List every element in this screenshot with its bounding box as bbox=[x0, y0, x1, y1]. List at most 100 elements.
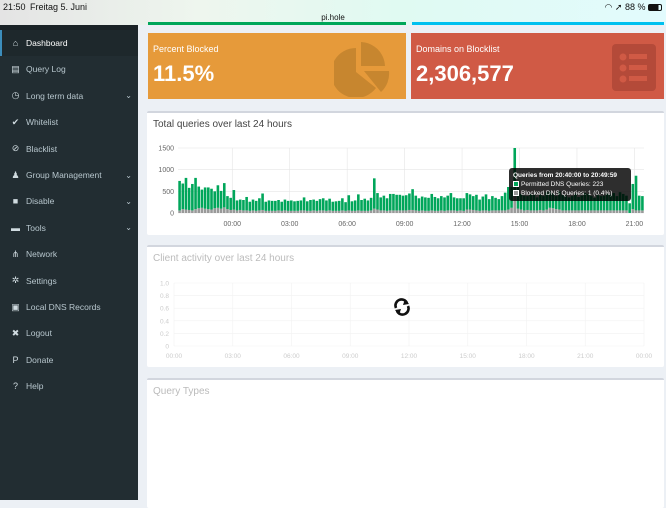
battery-icon bbox=[648, 4, 662, 11]
permitted-bar bbox=[494, 198, 497, 211]
blocked-bar bbox=[580, 210, 583, 213]
stat-label: Percent Blocked bbox=[153, 44, 219, 54]
blocked-bar bbox=[485, 210, 488, 213]
chevron-down-icon: ⌄ bbox=[125, 171, 132, 180]
sidebar-item-settings[interactable]: ✲Settings bbox=[0, 268, 138, 294]
permitted-bar bbox=[197, 187, 200, 209]
sidebar-item-query-log[interactable]: ▤Query Log bbox=[0, 56, 138, 82]
permitted-bar bbox=[482, 197, 485, 211]
permitted-bar bbox=[271, 201, 274, 211]
permitted-bar bbox=[389, 194, 392, 210]
blocked-bar bbox=[185, 210, 188, 213]
blocked-bar bbox=[191, 210, 194, 213]
permitted-bar bbox=[466, 193, 469, 209]
chart-title: Client activity over last 24 hours bbox=[153, 253, 294, 264]
sidebar-item-label: Donate bbox=[26, 355, 53, 365]
blocked-bar bbox=[402, 210, 405, 213]
blocked-bar bbox=[226, 209, 229, 213]
blocked-bar bbox=[558, 210, 561, 213]
sidebar-item-logout[interactable]: ✖Logout bbox=[0, 320, 138, 346]
x-tick-label: 21:00 bbox=[626, 221, 644, 228]
permitted-bar bbox=[290, 200, 293, 210]
permitted-bar bbox=[475, 195, 478, 211]
x-tick-label: 21:00 bbox=[577, 353, 594, 360]
permitted-bar bbox=[421, 197, 424, 211]
sidebar-item-help[interactable]: ?Help bbox=[0, 373, 138, 399]
permitted-bar bbox=[255, 201, 258, 211]
blocked-bar bbox=[274, 211, 277, 213]
blocked-bar bbox=[373, 209, 376, 213]
user-times-icon: ✖ bbox=[10, 328, 21, 339]
x-tick-label: 09:00 bbox=[342, 353, 359, 360]
permitted-bar bbox=[332, 202, 335, 211]
sidebar-item-label: Tools bbox=[26, 223, 46, 233]
y-tick-label: 0.4 bbox=[160, 318, 169, 325]
client-activity-chart: 1.00.80.60.40.2000:0003:0006:0009:0012:0… bbox=[147, 272, 664, 367]
blocked-bar bbox=[312, 210, 315, 213]
blocked-bar bbox=[520, 210, 523, 213]
sidebar-item-network[interactable]: ⋔Network bbox=[0, 241, 138, 267]
blocked-bar bbox=[332, 211, 335, 213]
permitted-bar bbox=[376, 193, 379, 209]
sidebar-item-tools[interactable]: ▬Tools⌄ bbox=[0, 215, 138, 241]
permitted-bar bbox=[418, 198, 421, 211]
permitted-bar bbox=[194, 178, 197, 209]
blocked-bar bbox=[453, 210, 456, 213]
tooltip-permitted: Permitted DNS Queries: 223 bbox=[521, 181, 603, 188]
domains-blocklist-box: Domains on Blocklist 2,306,577 bbox=[411, 33, 664, 99]
x-tick-label: 09:00 bbox=[396, 221, 414, 228]
sidebar-item-label: Settings bbox=[26, 276, 57, 286]
blocked-bar bbox=[625, 210, 628, 213]
stat-value: 11.5% bbox=[153, 61, 214, 87]
permitted-bar bbox=[351, 201, 354, 211]
permitted-bar bbox=[370, 198, 373, 211]
blocked-bar bbox=[306, 211, 309, 213]
permitted-bar bbox=[274, 201, 277, 211]
sidebar-item-dashboard[interactable]: ⌂Dashboard bbox=[0, 30, 138, 56]
blocked-bar bbox=[389, 210, 392, 213]
permitted-bar bbox=[322, 198, 325, 210]
x-tick-label: 00:00 bbox=[636, 353, 653, 360]
y-tick-label: 500 bbox=[162, 189, 174, 196]
permitted-bar bbox=[469, 194, 472, 209]
y-tick-label: 1500 bbox=[158, 146, 174, 153]
sidebar-item-disable[interactable]: ■Disable⌄ bbox=[0, 188, 138, 214]
blocked-bar bbox=[619, 210, 622, 213]
x-tick-label: 12:00 bbox=[401, 353, 418, 360]
clock: 21:50 bbox=[3, 2, 26, 12]
blocked-bar bbox=[287, 211, 290, 213]
address-bar[interactable]: pi.hole bbox=[0, 13, 666, 22]
permitted-bar bbox=[236, 200, 239, 210]
sidebar-item-group-management[interactable]: ♟Group Management⌄ bbox=[0, 162, 138, 188]
refresh-spinner-icon bbox=[392, 296, 412, 318]
permitted-bar bbox=[504, 193, 507, 211]
sidebar-item-whitelist[interactable]: ✔Whitelist bbox=[0, 109, 138, 135]
permitted-bar bbox=[249, 202, 252, 211]
blocked-bar bbox=[242, 210, 245, 213]
percent-blocked-box: Percent Blocked 11.5% bbox=[148, 33, 406, 99]
blocked-bar bbox=[561, 210, 564, 213]
permitted-bar bbox=[424, 197, 427, 210]
sidebar-item-blacklist[interactable]: ⊘Blacklist bbox=[0, 136, 138, 162]
blocked-bar bbox=[571, 210, 574, 213]
sidebar-item-local-dns-records[interactable]: ▣Local DNS Records bbox=[0, 294, 138, 320]
blocked-bar bbox=[204, 209, 207, 213]
permitted-bar bbox=[472, 196, 475, 210]
permitted-bar bbox=[497, 199, 500, 210]
blocked-bar bbox=[539, 210, 542, 213]
permitted-bar bbox=[501, 196, 504, 210]
blocked-bar bbox=[357, 210, 360, 213]
ban-icon: ⊘ bbox=[10, 143, 21, 154]
stat-value: 2,306,577 bbox=[416, 61, 514, 87]
sidebar-item-long-term-data[interactable]: ◷Long term data⌄ bbox=[0, 83, 138, 109]
blocked-bar bbox=[440, 210, 443, 213]
blocked-bar bbox=[549, 208, 552, 213]
permitted-bar bbox=[363, 199, 366, 211]
check-circle-icon: ✔ bbox=[10, 117, 21, 128]
sidebar-item-donate[interactable]: PDonate bbox=[0, 347, 138, 373]
blocked-bar bbox=[255, 211, 258, 213]
permitted-bar bbox=[229, 198, 232, 210]
blocked-bar bbox=[466, 210, 469, 213]
tooltip-title: Queries from 20:40:00 to 20:49:59 bbox=[513, 171, 627, 180]
blocked-bar bbox=[545, 210, 548, 213]
